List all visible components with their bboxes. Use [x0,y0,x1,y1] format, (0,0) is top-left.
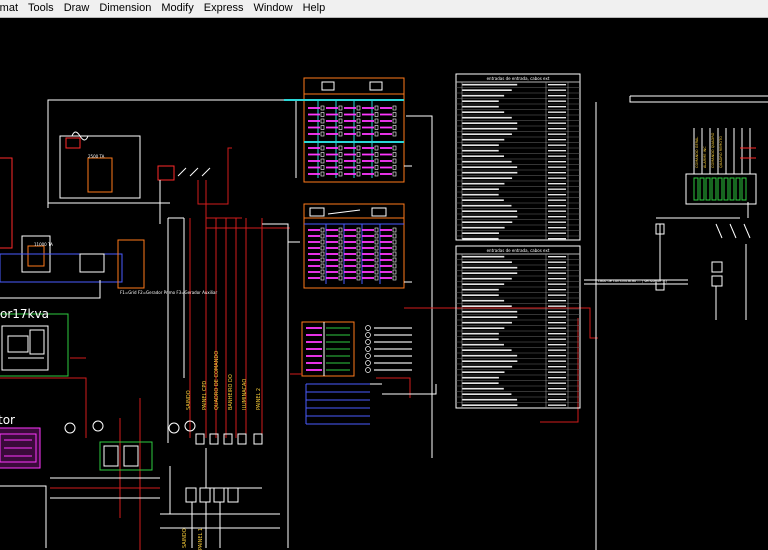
menu-window[interactable]: Window [248,0,297,17]
svg-text:ILUMINACAO: ILUMINACAO [242,379,248,410]
menu-draw[interactable]: Draw [59,0,95,17]
svg-text:ALARME INC: ALARME INC [703,146,707,168]
svg-text:COMANDO QUADRO: COMANDO QUADRO [711,132,715,168]
menu-bar: rmat Tools Draw Dimension Modify Express… [0,0,768,18]
label-group-1: F1=Grid F2=Gerador Primo F3=Gerador Auxi… [120,290,218,295]
svg-text:BANHEIRO DO: BANHEIRO DO [228,374,234,410]
svg-text:SAINDO: SAINDO [182,528,188,548]
svg-text:QUADRO REMOTO: QUADRO REMOTO [719,136,723,168]
label-transformer-1: 2500 TA [88,154,105,159]
table-1-title: entradas de entrada, cabos ext [487,76,550,81]
menu-tools[interactable]: Tools [23,0,59,17]
label-kva: or17kva [0,307,49,321]
svg-text:cabo de comunicacao ... ( sens: cabo de comunicacao ... ( sensor de ...) [598,279,668,283]
svg-text:PAINEL 1: PAINEL 1 [198,528,204,550]
svg-text:QUADRO DE COMANDO: QUADRO DE COMANDO [214,351,220,410]
svg-text:PAINEL 2: PAINEL 2 [256,388,262,410]
label-transformer-2: 11000 TA [34,242,53,247]
menu-format[interactable]: rmat [0,0,23,17]
svg-text:PAINEL CPD: PAINEL CPD [202,381,208,410]
svg-text:COMANDO GERAL: COMANDO GERAL [695,137,699,168]
menu-express[interactable]: Express [199,0,249,17]
menu-dimension[interactable]: Dimension [94,0,156,17]
table-2-title: entradas de entrada, cabos ext [487,248,550,253]
label-generator: tor [0,413,15,427]
drawing-canvas[interactable]: SAINDO PAINEL CPD QUADRO DE COMANDO BANH… [0,18,768,550]
cad-drawing: SAINDO PAINEL CPD QUADRO DE COMANDO BANH… [0,18,768,550]
svg-text:SAINDO: SAINDO [186,390,192,410]
menu-help[interactable]: Help [298,0,331,17]
menu-modify[interactable]: Modify [156,0,198,17]
